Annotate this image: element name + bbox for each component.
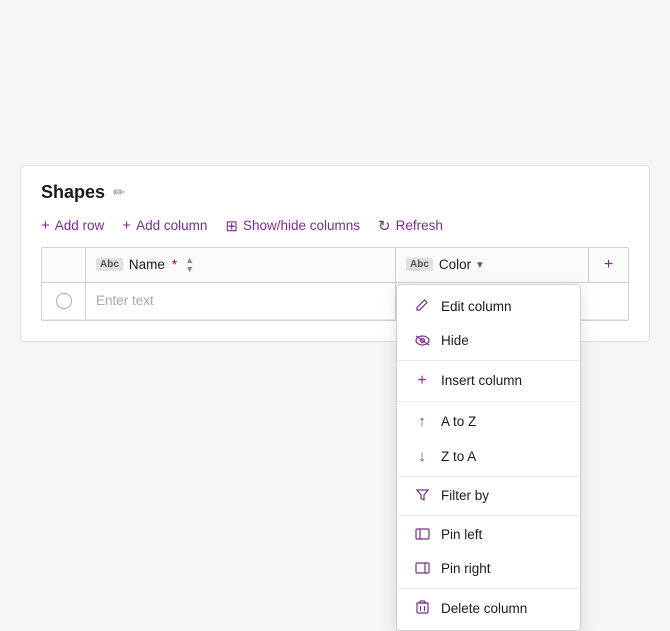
menu-insert-column-label: Insert column: [441, 373, 522, 388]
refresh-button[interactable]: ↻ Refresh: [378, 217, 443, 235]
add-column-icon: +: [122, 217, 131, 234]
menu-item-pin-right[interactable]: Pin right: [397, 552, 580, 586]
show-hide-icon: ⊞: [225, 217, 238, 235]
pin-right-icon: [413, 561, 431, 577]
data-table: Abc Name * ▲ ▼ Abc Color ▾: [41, 247, 629, 321]
menu-pin-right-label: Pin right: [441, 561, 491, 576]
row-name-cell[interactable]: Enter text: [86, 283, 396, 319]
menu-divider-4: [397, 515, 580, 516]
add-row-icon: +: [41, 217, 50, 234]
color-col-dropdown: Edit column Hide: [396, 284, 581, 631]
insert-column-icon: +: [413, 372, 431, 390]
menu-hide-label: Hide: [441, 333, 469, 348]
menu-item-a-to-z[interactable]: ↑ A to Z: [397, 404, 580, 439]
add-column-button[interactable]: + Add column: [122, 217, 207, 234]
refresh-icon: ↻: [378, 217, 391, 235]
menu-divider-5: [397, 588, 580, 589]
menu-item-delete-column[interactable]: Delete column: [397, 591, 580, 626]
row-select-circle[interactable]: [56, 293, 72, 309]
add-col-icon: +: [604, 256, 613, 274]
menu-item-filter-by[interactable]: Filter by: [397, 479, 580, 513]
color-col-chevron-icon: ▾: [477, 258, 483, 271]
panel-title: Shapes: [41, 182, 105, 203]
show-hide-button[interactable]: ⊞ Show/hide columns: [225, 217, 360, 235]
add-row-label: Add row: [55, 218, 105, 233]
menu-delete-column-label: Delete column: [441, 601, 527, 616]
menu-filter-by-label: Filter by: [441, 488, 489, 503]
menu-divider-1: [397, 360, 580, 361]
refresh-label: Refresh: [396, 218, 443, 233]
panel-header: Shapes ✏: [41, 182, 629, 203]
name-col-type: Abc: [96, 258, 123, 271]
z-to-a-icon: ↓: [413, 448, 431, 465]
add-col-button[interactable]: +: [588, 248, 628, 282]
color-col-label: Color: [439, 257, 471, 272]
name-input-placeholder[interactable]: Enter text: [96, 293, 154, 308]
shapes-panel: Shapes ✏ + Add row + Add column ⊞ Show/h…: [20, 165, 650, 342]
edit-title-icon[interactable]: ✏: [113, 184, 125, 201]
menu-item-insert-column[interactable]: + Insert column: [397, 363, 580, 399]
add-column-label: Add column: [136, 218, 207, 233]
menu-item-pin-left[interactable]: Pin left: [397, 518, 580, 552]
menu-divider-3: [397, 476, 580, 477]
menu-item-z-to-a[interactable]: ↓ Z to A: [397, 439, 580, 474]
menu-edit-column-label: Edit column: [441, 299, 512, 314]
hide-icon: [413, 333, 431, 349]
toolbar: + Add row + Add column ⊞ Show/hide colum…: [41, 217, 629, 235]
name-col-label: Name: [129, 257, 165, 272]
show-hide-label: Show/hide columns: [243, 218, 360, 233]
menu-item-hide[interactable]: Hide: [397, 324, 580, 358]
edit-column-icon: [413, 298, 431, 315]
header-color-col[interactable]: Abc Color ▾ Edit column: [396, 248, 588, 282]
header-checkbox-col: [42, 248, 86, 282]
table-header: Abc Name * ▲ ▼ Abc Color ▾: [42, 248, 628, 283]
a-to-z-icon: ↑: [413, 413, 431, 430]
menu-a-to-z-label: A to Z: [441, 414, 476, 429]
sort-down-icon[interactable]: ▼: [185, 265, 194, 274]
filter-by-icon: [413, 488, 431, 504]
menu-item-edit-column[interactable]: Edit column: [397, 289, 580, 324]
name-required-star: *: [172, 257, 177, 272]
add-row-button[interactable]: + Add row: [41, 217, 104, 234]
header-name-col: Abc Name * ▲ ▼: [86, 248, 396, 282]
name-sort-icons: ▲ ▼: [185, 256, 194, 274]
menu-pin-left-label: Pin left: [441, 527, 482, 542]
row-checkbox-cell[interactable]: [42, 283, 86, 319]
menu-divider-2: [397, 401, 580, 402]
pin-left-icon: [413, 527, 431, 543]
delete-column-icon: [413, 600, 431, 617]
color-col-type: Abc: [406, 258, 433, 271]
menu-z-to-a-label: Z to A: [441, 449, 476, 464]
